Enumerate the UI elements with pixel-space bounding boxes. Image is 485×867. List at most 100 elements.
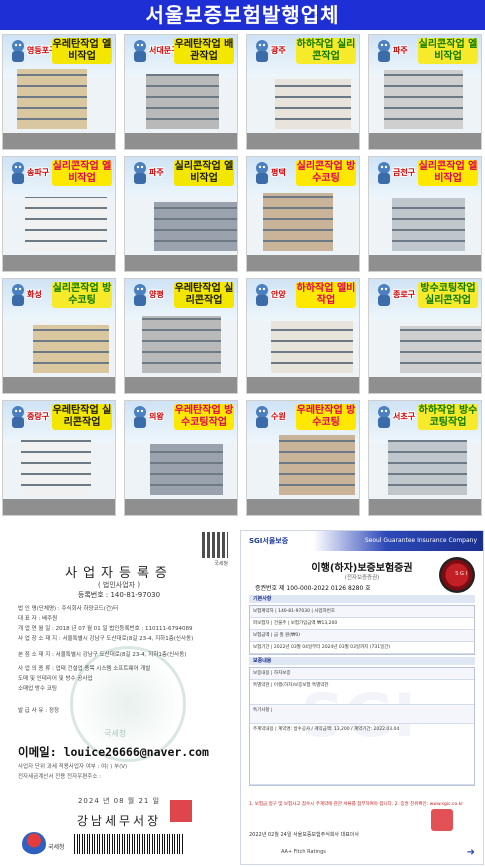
tile-location: 의왕 [149, 412, 164, 421]
nts-logo-icon [22, 832, 46, 856]
insurer-english-name: Seoul Guarantee Insurance Company [364, 537, 477, 544]
policy-number: 증권번호 제 100-000-2022 0126 8280 호 [255, 585, 371, 592]
tile-location: 송파구 [27, 168, 50, 177]
barcode [74, 834, 184, 854]
project-photo-tile: 광주 하하작업 실리콘작업 [246, 34, 360, 150]
contact-email: 이메일: louice26666@naver.com [18, 745, 209, 759]
project-photo-tile: 수원 우레탄작업 방수코팅 [246, 400, 360, 516]
building-photo [150, 444, 223, 495]
mascot-icon [375, 283, 393, 307]
building-photo [392, 198, 465, 251]
tile-work-type: 실리콘작업 엘비작업 [174, 160, 234, 186]
table-row: 보험계약자 | 140-81-97030 | 사업자번호 [250, 606, 474, 618]
building-photo [154, 202, 237, 251]
photo-street [369, 377, 481, 393]
tile-work-type: 실리콘작업 엘비작업 [418, 160, 478, 186]
photo-street [3, 255, 115, 271]
building-photo [33, 325, 109, 373]
building-photo [17, 69, 87, 129]
issue-date: 2024 년 08 월 21 일 [77, 797, 161, 805]
section-header: 기본사항 [249, 595, 475, 603]
insurance-footer: 2022년 02월 24일 서울보증보험주식회사 대표이사 [249, 832, 360, 838]
basic-info-table: 보험계약자 | 140-81-97030 | 사업자번호 피보험자 | 건물주 … [249, 605, 475, 655]
project-photo-tile: 송파구 실리콘작업 엘비작업 [2, 156, 116, 272]
mascot-icon [131, 283, 149, 307]
tile-location: 서초구 [393, 412, 416, 421]
tile-work-type: 실리콘작업 엘비작업 [418, 38, 478, 64]
qr-code-icon [202, 532, 228, 558]
photo-street [247, 133, 359, 149]
cert-title: 사업자등록증 [65, 566, 173, 581]
building-photo [142, 316, 221, 373]
next-arrow-icon: ➜ [466, 847, 475, 858]
section-header: 보증내용 [249, 657, 475, 665]
project-photo-tile: 평택 실리콘작업 방수코팅 [246, 156, 360, 272]
tile-work-type: 방수코팅작업 실리콘작업 [418, 282, 478, 308]
tile-work-type: 실리콘작업 방수코팅 [296, 160, 356, 186]
badge-text: S G I [455, 571, 467, 577]
sgi-logo: SGI서울보증 [249, 537, 289, 545]
building-photo [25, 197, 107, 251]
building-photo [263, 193, 333, 251]
mascot-icon [131, 161, 149, 185]
building-photo [21, 439, 91, 495]
photo-street [369, 255, 481, 271]
building-photo [279, 435, 355, 495]
cert-row: 소매업 방수 코팅 [18, 686, 57, 692]
tile-work-type: 우레탄작업 엘비작업 [52, 38, 112, 64]
credit-ratings: AA+ Fitch Ratings [281, 849, 326, 855]
mascot-icon [375, 161, 393, 185]
project-photo-tile: 종로구 방수코팅작업 실리콘작업 [368, 278, 482, 394]
cert-note: 전자세금계산서 전용 전자우편주소 : [18, 774, 101, 780]
guarantee-table: 보증내용 | 하자보증 특별약관 | 이행(하자)보증보험 특별약관 특기사항 … [249, 667, 475, 786]
cert-row: 발 급 사 유 : 정정 [18, 708, 59, 714]
mascot-icon [9, 283, 27, 307]
official-stamp [170, 800, 192, 822]
photo-street [125, 133, 237, 149]
documents-area: 국세청 사업자등록증 ( 법인사업자 ) 등록번호 : 140-81-97030… [0, 528, 485, 867]
project-photo-tile: 서초구 하하작업 방수코팅작업 [368, 400, 482, 516]
insurance-certificate: SGI서울보증 Seoul Guarantee Insurance Compan… [240, 530, 484, 865]
tile-location: 수원 [271, 412, 286, 421]
mascot-icon [9, 405, 27, 429]
tile-work-type: 하하작업 실리콘작업 [296, 38, 356, 64]
tile-location: 화성 [27, 290, 42, 299]
table-row: 특별약관 | 이행(하자)보증보험 특별약관 [250, 680, 474, 705]
business-registration-certificate: 국세청 사업자등록증 ( 법인사업자 ) 등록번호 : 140-81-97030… [4, 528, 234, 863]
mascot-icon [253, 283, 271, 307]
photo-street [125, 255, 237, 271]
photo-street [3, 499, 115, 515]
tile-work-type: 하하작업 엘비작업 [296, 282, 356, 308]
cert-subtitle: ( 법인사업자 ) [97, 581, 141, 589]
building-photo [384, 70, 463, 129]
mascot-icon [375, 39, 393, 63]
tile-work-type: 실리콘작업 엘비작업 [52, 160, 112, 186]
tile-location: 파주 [393, 46, 408, 55]
photo-street [247, 499, 359, 515]
tile-location: 평택 [271, 168, 286, 177]
project-photo-tile: 금천구 실리콘작업 엘비작업 [368, 156, 482, 272]
mascot-icon [131, 39, 149, 63]
photo-street [247, 377, 359, 393]
tile-location: 중랑구 [27, 412, 50, 421]
tile-work-type: 하하작업 방수코팅작업 [418, 404, 478, 430]
mascot-icon [253, 405, 271, 429]
photo-street [369, 499, 481, 515]
seal-label: 국세청 [104, 729, 127, 738]
tile-location: 양평 [149, 290, 164, 299]
mascot-icon [131, 405, 149, 429]
tile-work-type: 우레탄작업 방수코팅작업 [174, 404, 234, 430]
banner-title: 서울보증보험발행업체 [0, 0, 485, 30]
project-photo-tile: 서대문구 우레탄작업 배관작업 [124, 34, 238, 150]
project-photo-tile: 양평 우레탄작업 실리콘작업 [124, 278, 238, 394]
tile-work-type: 우레탄작업 방수코팅 [296, 404, 356, 430]
project-photo-tile: 파주 실리콘작업 엘비작업 [368, 34, 482, 150]
photo-street [125, 377, 237, 393]
cert-row: 개 업 연 월 일 : 2018 년 07 월 01 일 법인등록번호 : 11… [18, 626, 193, 632]
table-row: 피보험자 | 건물주 | 보험가입금액 ₩13,200 [250, 618, 474, 630]
building-photo [400, 326, 481, 373]
table-row: 특기사항 | [250, 705, 474, 724]
project-photo-tile: 중랑구 우레탄작업 실리콘작업 [2, 400, 116, 516]
photo-street [3, 377, 115, 393]
building-photo [275, 79, 351, 129]
